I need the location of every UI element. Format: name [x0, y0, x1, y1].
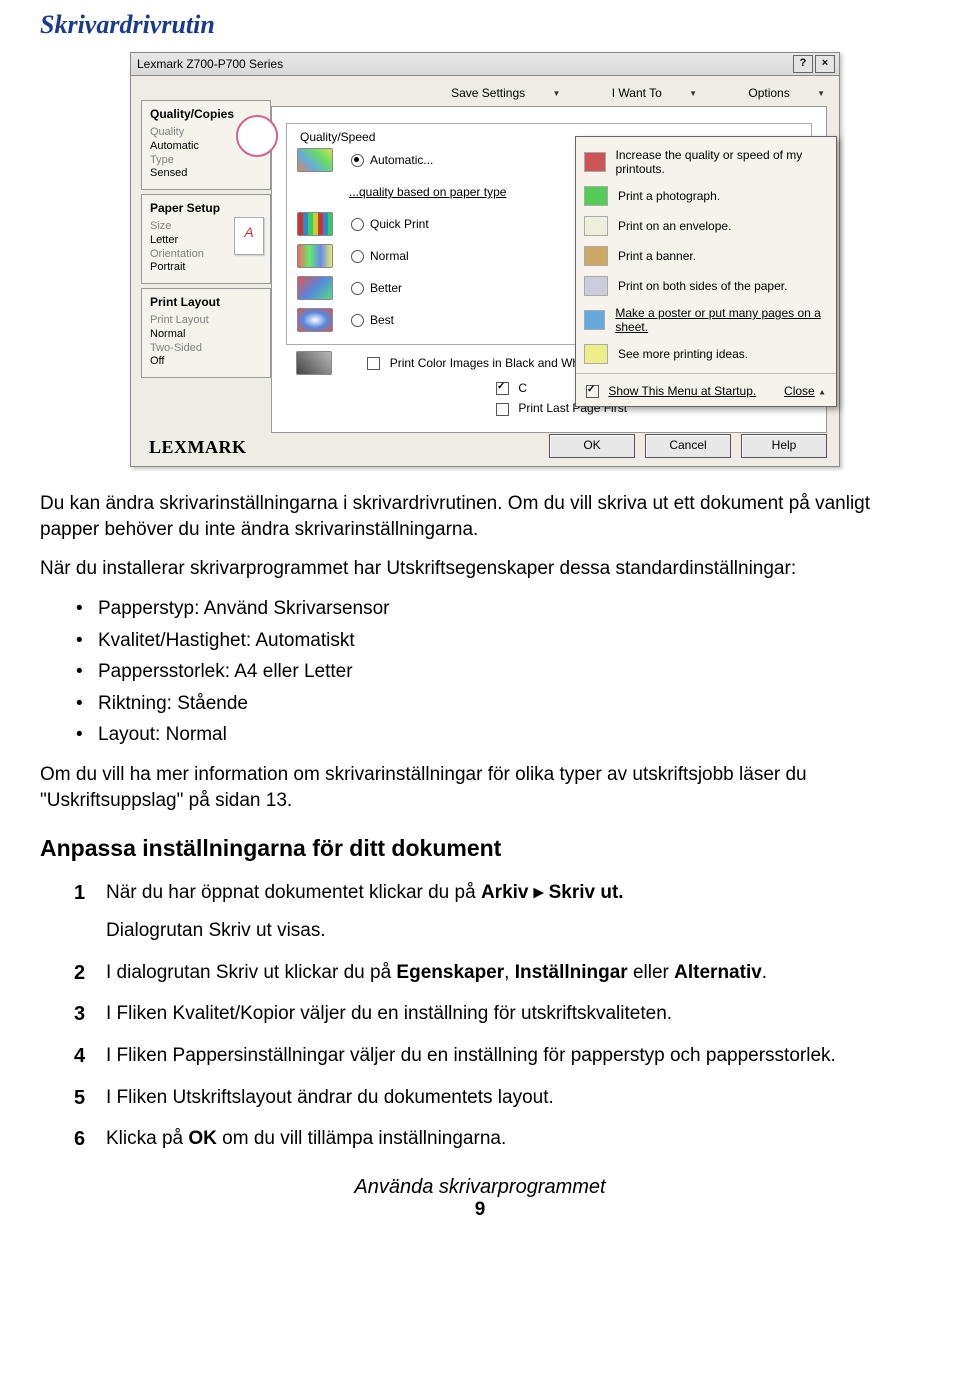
- footer-text: Använda skrivarprogrammet: [40, 1176, 920, 1199]
- photo-icon: [584, 186, 608, 206]
- checkbox-partial[interactable]: [496, 382, 509, 395]
- value-twosided: Off: [150, 355, 262, 369]
- list-item: Pappersstorlek: A4 eller Letter: [70, 659, 920, 685]
- overlay-item-print-photo[interactable]: Print a photograph.: [576, 181, 836, 211]
- radio-best-label: Best: [370, 313, 394, 327]
- checkbox-partial-label: C: [518, 381, 527, 395]
- i-want-to-overlay: Increase the quality or speed of my prin…: [575, 136, 837, 407]
- banner-icon: [584, 246, 608, 266]
- value-orientation: Portrait: [150, 261, 262, 275]
- checkbox-last-page-first[interactable]: [496, 403, 509, 416]
- list-item: Layout: Normal: [70, 722, 920, 748]
- radio-better-label: Better: [370, 281, 402, 295]
- dialog-title: Lexmark Z700-P700 Series: [135, 57, 791, 71]
- options-menu[interactable]: Options ▼: [724, 86, 825, 100]
- lightbulb-icon: [584, 344, 608, 364]
- step-6: Klicka på OK om du vill tillämpa inställ…: [70, 1126, 920, 1152]
- dialog-titlebar: Lexmark Z700-P700 Series ? ×: [130, 52, 840, 76]
- poster-icon: [584, 310, 605, 330]
- list-item: Riktning: Stående: [70, 691, 920, 717]
- paragraph: Om du vill ha mer information om skrivar…: [40, 762, 920, 813]
- quality-swatch-icon: [297, 212, 333, 236]
- bw-swatch-icon: [296, 351, 332, 375]
- radio-quick-print-label: Quick Print: [370, 217, 429, 231]
- quality-swatch-icon: [297, 148, 333, 172]
- ok-button[interactable]: OK: [549, 434, 635, 458]
- step-2: I dialogrutan Skriv ut klickar du på Ege…: [70, 960, 920, 986]
- radio-normal[interactable]: [351, 250, 364, 263]
- list-item: Papperstyp: Använd Skrivarsensor: [70, 596, 920, 622]
- sub-heading: Anpassa inställningarna för ditt dokumen…: [40, 833, 920, 864]
- radio-automatic-label: Automatic...: [370, 153, 433, 167]
- tab-print-layout[interactable]: Print Layout Print Layout Normal Two-Sid…: [141, 288, 271, 378]
- help-button[interactable]: ?: [793, 55, 813, 73]
- overlay-item-print-banner[interactable]: Print a banner.: [576, 241, 836, 271]
- value-layout: Normal: [150, 328, 262, 342]
- bullet-list: Papperstyp: Använd Skrivarsensor Kvalite…: [70, 596, 920, 748]
- step-4: I Fliken Pappersinställningar väljer du …: [70, 1043, 920, 1069]
- tab-title: Print Layout: [150, 295, 262, 310]
- page-number: 9: [40, 1199, 920, 1221]
- overlay-item-print-both-sides[interactable]: Print on both sides of the paper.: [576, 271, 836, 301]
- overlay-item-poster[interactable]: Make a poster or put many pages on a she…: [576, 301, 836, 339]
- page-footer: Använda skrivarprogrammet 9: [40, 1176, 920, 1221]
- quality-swatch-icon: [297, 244, 333, 268]
- help-button[interactable]: Help: [741, 434, 827, 458]
- overlay-item-more-ideas[interactable]: See more printing ideas.: [576, 339, 836, 369]
- checkbox-print-bw-label: Print Color Images in Black and White: [390, 356, 592, 370]
- step-3: I Fliken Kvalitet/Kopior väljer du en in…: [70, 1001, 920, 1027]
- quality-swatch-icon: [297, 308, 333, 332]
- overlay-close-link[interactable]: Close ▲: [784, 384, 826, 398]
- duplex-icon: [584, 276, 608, 296]
- label-layout: Print Layout: [150, 314, 262, 328]
- value-type: Sensed: [150, 167, 262, 181]
- radio-better[interactable]: [351, 282, 364, 295]
- label-twosided: Two-Sided: [150, 342, 262, 356]
- tab-paper-setup[interactable]: Paper Setup Size Letter Orientation Port…: [141, 194, 271, 284]
- radio-normal-label: Normal: [370, 249, 409, 263]
- chevron-down-icon: ▼: [552, 89, 560, 98]
- list-item: Kvalitet/Hastighet: Automatiskt: [70, 628, 920, 654]
- paragraph: Du kan ändra skrivarinställningarna i sk…: [40, 491, 920, 542]
- quality-based-link[interactable]: ...quality based on paper type: [349, 185, 506, 199]
- step-1-sub: Dialogrutan Skriv ut visas.: [106, 918, 920, 944]
- paragraph: När du installerar skrivarprogrammet har…: [40, 556, 920, 582]
- close-button[interactable]: ×: [815, 55, 835, 73]
- radio-best[interactable]: [351, 314, 364, 327]
- lexmark-logo: LEXMARK: [149, 437, 247, 458]
- section-title: Skrivardrivrutin: [40, 10, 920, 40]
- overlay-item-print-envelope[interactable]: Print on an envelope.: [576, 211, 836, 241]
- radio-quick-print[interactable]: [351, 218, 364, 231]
- tab-title: Paper Setup: [150, 201, 262, 216]
- printer-dialog: Lexmark Z700-P700 Series ? × Save Settin…: [130, 52, 840, 467]
- magnifier-icon: [236, 115, 278, 157]
- chevron-up-icon: ▲: [818, 387, 826, 396]
- overlay-item-increase-quality[interactable]: Increase the quality or speed of my prin…: [576, 143, 836, 181]
- label-type: Type: [150, 154, 262, 168]
- step-1: När du har öppnat dokumentet klickar du …: [70, 880, 920, 943]
- checkbox-print-bw[interactable]: [367, 357, 380, 370]
- cancel-button[interactable]: Cancel: [645, 434, 731, 458]
- i-want-to-menu[interactable]: I Want To ▼: [588, 86, 697, 100]
- group-legend: Quality/Speed: [297, 130, 378, 144]
- chevron-down-icon: ▼: [817, 89, 825, 98]
- chevron-down-icon: ▼: [689, 89, 697, 98]
- envelope-icon: [584, 216, 608, 236]
- gear-icon: [584, 152, 606, 172]
- checkbox-show-startup-label: Show This Menu at Startup.: [608, 384, 756, 398]
- radio-automatic[interactable]: [351, 154, 364, 167]
- quality-swatch-icon: [297, 276, 333, 300]
- checkbox-show-startup[interactable]: [586, 385, 599, 398]
- save-settings-menu[interactable]: Save Settings ▼: [427, 86, 560, 100]
- step-5: I Fliken Utskriftslayout ändrar du dokum…: [70, 1085, 920, 1111]
- numbered-steps: När du har öppnat dokumentet klickar du …: [70, 880, 920, 1151]
- paper-icon: A: [234, 217, 264, 255]
